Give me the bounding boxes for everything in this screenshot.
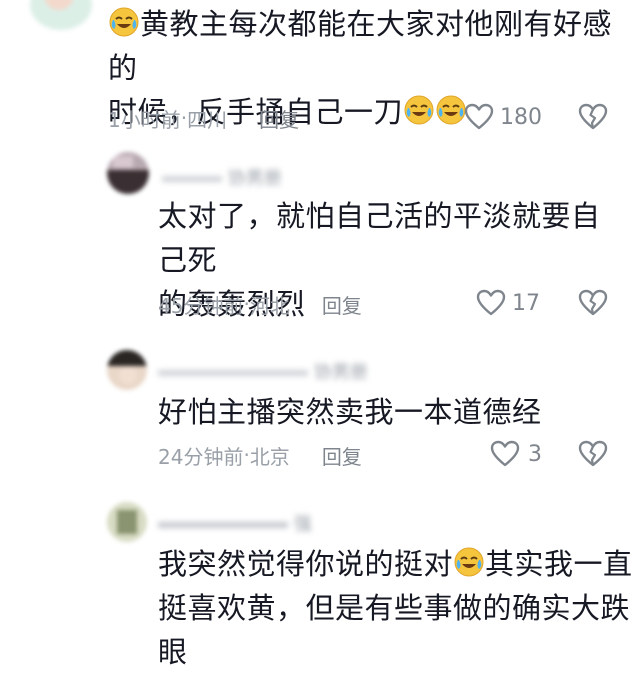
comment-meta: 45分钟前 · 河北 回复 (158, 290, 362, 318)
like-count: 3 (528, 441, 542, 467)
username[interactable]: 强 (158, 510, 312, 536)
comment-time: 1小时前 (108, 107, 181, 132)
laugh-cry-emoji-icon (108, 6, 140, 38)
dislike-button[interactable] (578, 440, 608, 468)
username[interactable]: 协男册 (162, 164, 282, 190)
avatar[interactable] (107, 152, 149, 194)
comment-location: 四川 (187, 107, 228, 132)
reply-button[interactable]: 回复 (259, 104, 299, 133)
broken-heart-icon (578, 440, 608, 468)
dislike-button[interactable] (578, 103, 608, 131)
comment-time: 24分钟前 (158, 444, 244, 469)
comment-text: 好怕主播突然卖我一本道德经 (158, 390, 628, 434)
comment-meta: 24分钟前 · 北京 回复 (158, 441, 362, 469)
avatar[interactable] (107, 502, 147, 542)
comment-line-1b: 其实我一直 (485, 547, 633, 581)
avatar[interactable] (107, 350, 147, 390)
username-text: 协男册 (313, 362, 368, 383)
like-count: 17 (512, 290, 540, 316)
comment-line-1: 太对了，就怕自己活的平淡就要自己死 (158, 199, 601, 277)
laugh-cry-emoji-icon (453, 546, 485, 578)
avatar[interactable] (30, 0, 92, 30)
comment-line-1: 好怕主播突然卖我一本道德经 (158, 395, 542, 429)
dislike-button[interactable] (578, 289, 608, 317)
reply-button[interactable]: 回复 (322, 441, 362, 470)
username-text: 强 (293, 514, 312, 535)
comment-line-2: 挺喜欢黄，但是有些事做的确实大跌眼 (158, 591, 631, 669)
like-count: 180 (500, 104, 542, 130)
heart-outline-icon (490, 440, 520, 468)
laugh-cry-emoji-icon (403, 94, 435, 126)
like-button[interactable]: 3 (490, 440, 542, 468)
laugh-cry-emoji-icon (435, 94, 467, 126)
comment-meta: 1小时前 · 四川 回复 (108, 104, 299, 132)
like-button[interactable]: 17 (476, 289, 540, 317)
comment-location: 河北 (249, 293, 290, 318)
username-text: 协男册 (227, 168, 282, 189)
comment-line-1a: 我突然觉得你说的挺对 (158, 547, 454, 581)
comment-location: 北京 (249, 444, 290, 469)
heart-outline-icon (464, 103, 494, 131)
reply-button[interactable]: 回复 (322, 290, 362, 319)
broken-heart-icon (578, 289, 608, 317)
comment-line-1: 黄教主每次都能在大家对他刚有好感的 (108, 7, 613, 85)
comment-text: 我突然觉得你说的挺对 其实我一直 挺喜欢黄，但是有些事做的确实大跌眼 (158, 542, 638, 674)
username[interactable]: 协男册 (158, 358, 368, 384)
comment-time: 45分钟前 (158, 293, 244, 318)
heart-outline-icon (476, 289, 506, 317)
like-button[interactable]: 180 (464, 103, 542, 131)
broken-heart-icon (578, 103, 608, 131)
